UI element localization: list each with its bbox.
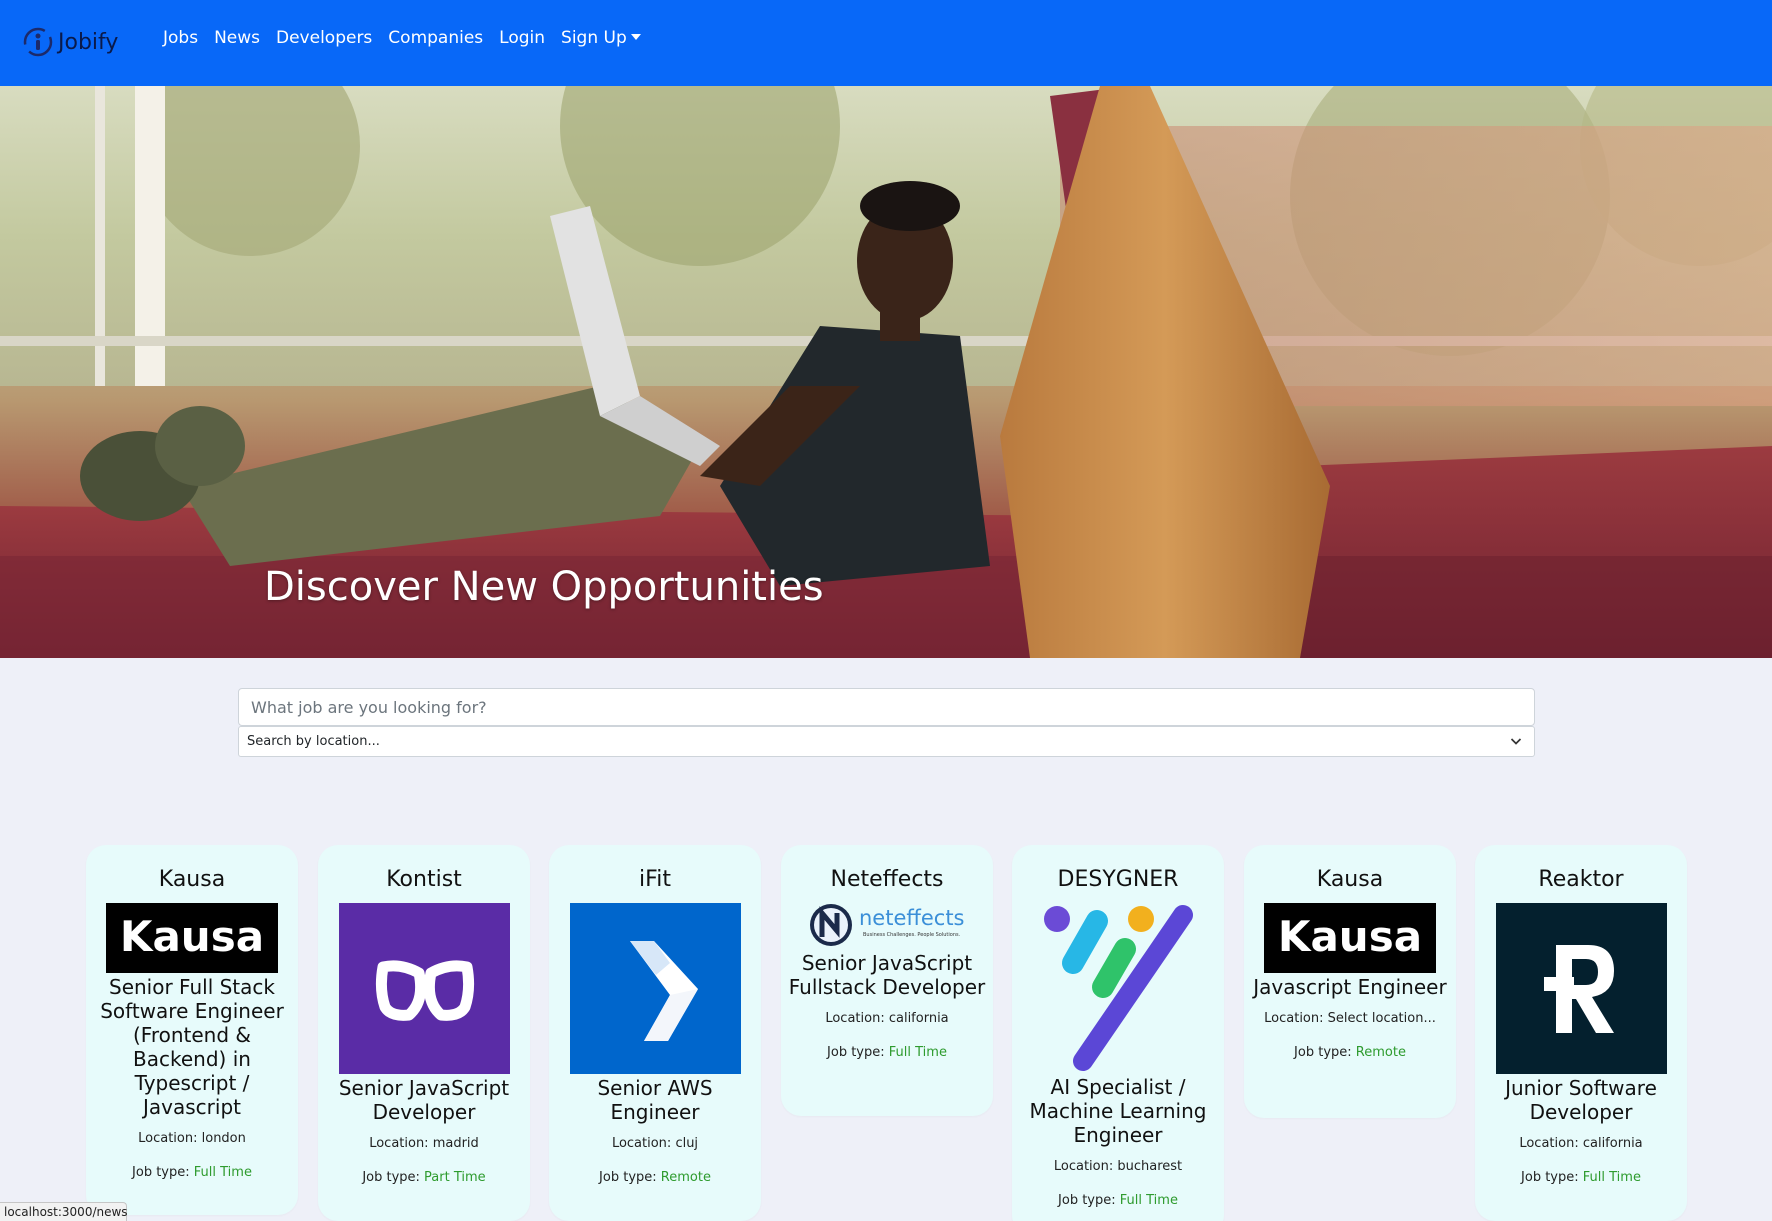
card-location-value: cluj [675, 1136, 699, 1151]
card-job-type-label: Job type: [1521, 1170, 1583, 1185]
hero-banner: Discover New Opportunities [0, 86, 1772, 658]
card-location-label: Location: [611, 1136, 676, 1151]
desygner-logo [1044, 905, 1193, 1071]
card-job-title: Senior JavaScript Fullstack Developer [788, 951, 986, 999]
nav-signup-dropdown[interactable]: Sign Up [561, 28, 641, 48]
card-job-type-value: Part Time [424, 1170, 486, 1185]
card-job-title: Senior AWS Engineer [597, 1076, 713, 1124]
reaktor-logo [1495, 903, 1667, 1074]
card-job-type-value: Full Time [1582, 1170, 1641, 1185]
chevron-down-icon [1510, 738, 1522, 745]
nav-developers[interactable]: Developers [276, 28, 372, 48]
card-location-value: california [888, 1011, 949, 1026]
job-card[interactable]: Kausa Kausa Senior Full Stack Software E… [86, 845, 298, 1215]
card-job-title: Senior Full Stack Software Engineer (Fro… [100, 975, 284, 1119]
card-location-value: Select location... [1327, 1011, 1436, 1026]
card-location: Location: london [86, 1131, 298, 1146]
kausa-logo: Kausa [106, 903, 278, 973]
card-job-type-value: Remote [660, 1170, 711, 1185]
job-search-input[interactable] [238, 688, 1535, 726]
nav-signup-label: Sign Up [561, 28, 627, 48]
card-company: Reaktor [1538, 867, 1624, 892]
navbar: Jobify Jobs News Developers Companies Lo… [0, 0, 1772, 86]
card-job-type: Job type: Remote [549, 1170, 761, 1185]
card-job-type-label: Job type: [827, 1045, 889, 1060]
card-job-type: Job type: Part Time [318, 1170, 530, 1185]
nav-companies[interactable]: Companies [388, 28, 483, 48]
card-location-value: california [1582, 1136, 1643, 1151]
job-card[interactable]: iFit Senior AWS Engineer Location: cluj … [549, 845, 761, 1221]
card-company: DESYGNER [1057, 867, 1179, 892]
card-job-type-value: Full Time [888, 1045, 947, 1060]
location-select-value: Search by location... [247, 734, 380, 749]
card-job-type-label: Job type: [1294, 1045, 1356, 1060]
kausa-logo: Kausa [1264, 903, 1436, 973]
location-select[interactable]: Search by location... [238, 726, 1535, 757]
card-job-type-value: Full Time [1119, 1193, 1178, 1208]
card-job-title: AI Specialist / Machine Learning Enginee… [1029, 1075, 1207, 1147]
card-location: Location: california [1475, 1136, 1687, 1151]
card-company: iFit [639, 867, 671, 892]
card-job-title: Senior JavaScript Developer [338, 1076, 510, 1124]
job-card[interactable]: DESYGNER AI Specialist / Machine Learnin… [1012, 845, 1224, 1221]
card-location: Location: Select location... [1244, 1011, 1456, 1026]
card-job-type-label: Job type: [362, 1170, 425, 1185]
card-location: Location: bucharest [1012, 1159, 1224, 1174]
nav-news[interactable]: News [214, 28, 260, 48]
svg-text:Business Challenges. People So: Business Challenges. People Solutions. [863, 932, 961, 938]
card-job-type-value: Remote [1355, 1045, 1406, 1060]
card-location-label: Location: [1053, 1159, 1118, 1174]
ifit-logo [569, 903, 741, 1074]
card-job-type-value: Full Time [193, 1165, 252, 1180]
card-company: Kausa [158, 867, 226, 892]
card-job-title: Junior Software Developer [1505, 1076, 1657, 1124]
card-location: Location: madrid [318, 1136, 530, 1151]
card-location-value: london [201, 1131, 246, 1146]
chevron-down-icon [630, 34, 641, 40]
job-card[interactable]: Neteffects neteffects Business Challenge… [781, 845, 993, 1116]
card-job-type: Job type: Remote [1244, 1045, 1456, 1060]
card-location-label: Location: [1264, 1011, 1328, 1026]
svg-text:neteffects: neteffects [859, 906, 965, 930]
card-location-label: Location: [1519, 1136, 1583, 1151]
card-location-label: Location: [138, 1131, 202, 1146]
card-company: Kontist [386, 867, 462, 892]
card-location: Location: california [781, 1011, 993, 1026]
card-location-label: Location: [825, 1011, 889, 1026]
svg-text:Kausa: Kausa [120, 912, 264, 961]
svg-text:Kausa: Kausa [1278, 912, 1422, 961]
card-job-type-label: Job type: [1058, 1193, 1120, 1208]
card-job-type: Job type: Full Time [1012, 1193, 1224, 1208]
card-job-type-label: Job type: [132, 1165, 194, 1180]
neteffects-logo: neteffects Business Challenges. People S… [810, 904, 965, 946]
card-job-title: Javascript Engineer [1253, 975, 1447, 999]
card-job-type-label: Job type: [599, 1170, 661, 1185]
browser-status-url: localhost:3000/news [0, 1202, 128, 1221]
card-location-value: madrid [432, 1136, 479, 1151]
hero-title: Discover New Opportunities [264, 564, 824, 610]
brand-link[interactable]: Jobify [22, 22, 118, 62]
nav-jobs[interactable]: Jobs [163, 28, 198, 48]
brand-name: Jobify [58, 29, 119, 55]
job-card[interactable]: Reaktor Junior Software Developer Locati… [1475, 845, 1687, 1221]
kontist-logo [338, 903, 510, 1074]
job-card[interactable]: Kausa Kausa Javascript Engineer Location… [1244, 845, 1456, 1118]
card-job-type: Job type: Full Time [1475, 1170, 1687, 1185]
card-company: Neteffects [830, 867, 944, 892]
brand-logo-icon [23, 27, 53, 57]
card-company: Kausa [1316, 867, 1384, 892]
card-location-label: Location: [369, 1136, 433, 1151]
nav-login[interactable]: Login [499, 28, 545, 48]
card-location: Location: cluj [549, 1136, 761, 1151]
card-job-type: Job type: Full Time [781, 1045, 993, 1060]
job-card[interactable]: Kontist Senior JavaScript Developer Loca… [318, 845, 530, 1221]
card-location-value: bucharest [1117, 1159, 1183, 1174]
card-job-type: Job type: Full Time [86, 1165, 298, 1180]
